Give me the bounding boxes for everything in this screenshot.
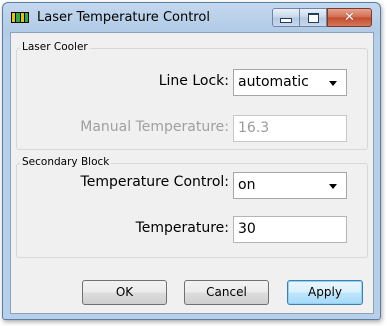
dialog-window: Laser Temperature Control ✕ Laser Cooler…: [2, 2, 381, 320]
line-lock-value: automatic: [238, 74, 309, 90]
chevron-down-icon: [329, 184, 337, 189]
window-title: Laser Temperature Control: [37, 10, 210, 25]
chevron-down-icon: [329, 81, 337, 86]
line-lock-dropdown[interactable]: automatic: [233, 69, 347, 96]
temperature-control-value: on: [238, 177, 256, 193]
manual-temperature-field[interactable]: 16.3: [233, 115, 347, 142]
title-bar[interactable]: Laser Temperature Control ✕: [3, 3, 380, 33]
ok-button[interactable]: OK: [82, 280, 167, 305]
laser-cooler-group: Laser Cooler Line Lock: automatic Manual…: [16, 41, 368, 150]
apply-button[interactable]: Apply: [287, 280, 363, 305]
maximize-button[interactable]: [300, 8, 327, 27]
temperature-label: Temperature:: [135, 220, 229, 236]
minimize-button[interactable]: [272, 8, 300, 27]
group-title-laser-cooler: Laser Cooler: [20, 41, 90, 53]
cancel-button[interactable]: Cancel: [184, 280, 269, 305]
minimize-icon: [280, 18, 292, 23]
temperature-field[interactable]: 30: [233, 216, 347, 243]
close-icon: ✕: [344, 10, 355, 25]
temperature-control-label: Temperature Control:: [80, 174, 229, 190]
maximize-icon: [307, 12, 319, 23]
line-lock-label: Line Lock:: [158, 73, 229, 89]
secondary-block-group: Secondary Block Temperature Control: on …: [16, 156, 368, 258]
temperature-control-dropdown[interactable]: on: [233, 172, 347, 199]
close-button[interactable]: ✕: [327, 8, 372, 27]
group-title-secondary-block: Secondary Block: [20, 156, 112, 168]
dialog-body: Laser Cooler Line Lock: automatic Manual…: [10, 32, 374, 314]
manual-temperature-label: Manual Temperature:: [80, 119, 229, 135]
laser-app-icon: [11, 12, 29, 23]
